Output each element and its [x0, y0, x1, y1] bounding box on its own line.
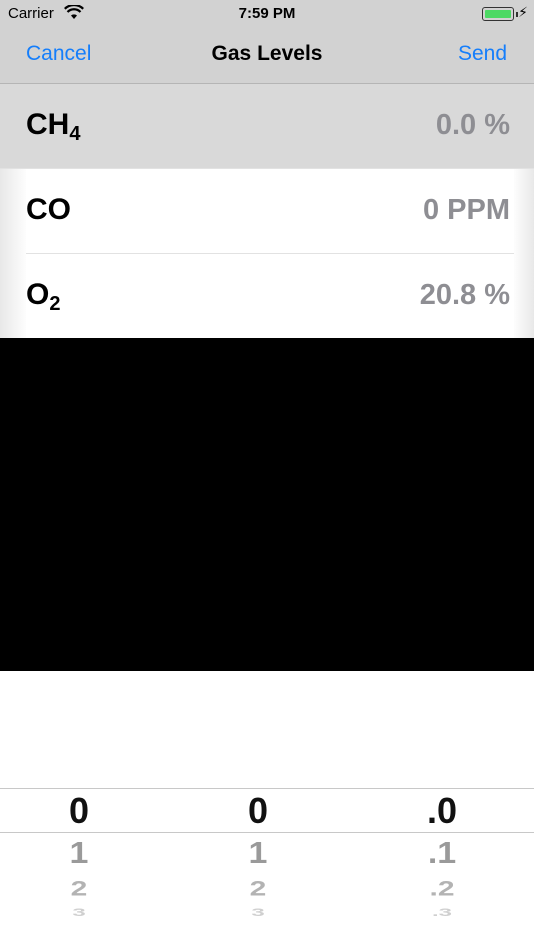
picker-value[interactable]: .1 — [353, 836, 531, 871]
gas-row-o2[interactable]: O2 20.8 % — [0, 254, 534, 339]
gas-name-co: CO — [26, 193, 71, 226]
picker-value[interactable]: 3 — [169, 907, 347, 920]
value-picker[interactable]: 0 1 2 3 0 1 2 3 .0 .1 .2 .3 — [0, 786, 534, 950]
picker-value[interactable]: .0 — [353, 790, 531, 832]
picker-value[interactable]: 2 — [169, 877, 347, 901]
picker-column-ones[interactable]: 0 1 2 3 — [169, 786, 347, 950]
navigation-bar: Cancel Gas Levels Send — [0, 28, 534, 84]
picker-value[interactable]: 3 — [0, 907, 168, 920]
gas-reading-ch4: 0.0 % — [435, 109, 510, 141]
charging-bolt-icon: ⚡ — [518, 4, 528, 20]
gas-row-co[interactable]: CO 0 PPM — [0, 169, 534, 254]
status-bar: Carrier 7:59 PM ⚡ — [0, 0, 534, 28]
gas-name-o2: O2 — [26, 278, 61, 315]
picker-column-tens[interactable]: 0 1 2 3 — [0, 786, 168, 950]
gas-row-ch4[interactable]: CH4 0.0 % — [0, 84, 534, 169]
gas-reading-o2: 20.8 % — [419, 279, 510, 311]
gas-reading-co: 0 PPM — [422, 194, 510, 226]
page-title: Gas Levels — [211, 42, 323, 65]
picker-value[interactable]: 2 — [0, 877, 168, 901]
picker-value[interactable]: 1 — [0, 836, 168, 871]
picker-value[interactable]: 1 — [169, 836, 347, 871]
battery-icon — [482, 7, 514, 21]
picker-value[interactable]: .2 — [353, 877, 531, 901]
picker-value[interactable]: .3 — [353, 907, 531, 920]
clock: 7:59 PM — [238, 5, 296, 22]
picker-value[interactable]: 0 — [0, 790, 168, 832]
picker-value[interactable]: 0 — [169, 790, 347, 832]
blank-panel — [0, 338, 534, 671]
picker-column-decimal[interactable]: .0 .1 .2 .3 — [353, 786, 531, 950]
gas-name-ch4: CH4 — [26, 108, 81, 145]
send-button[interactable]: Send — [458, 42, 507, 66]
